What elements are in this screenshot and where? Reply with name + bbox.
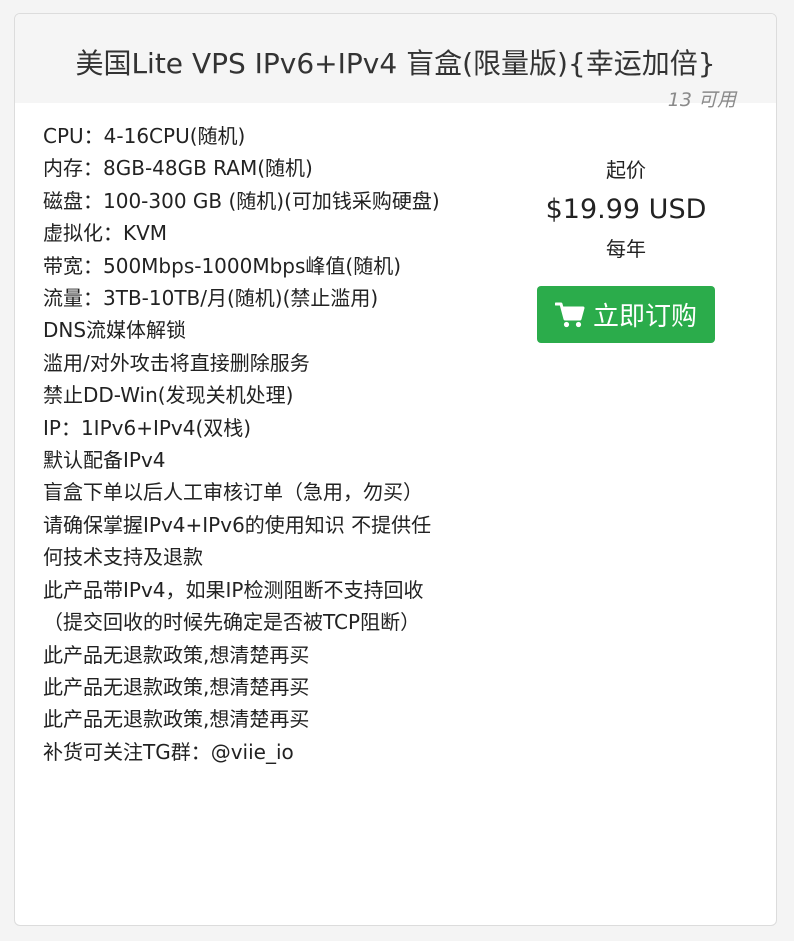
availability-label: 13 可用 — [667, 89, 736, 111]
feature-item: 滥用/对外攻击将直接删除服务 — [43, 350, 310, 375]
feature-item: 补货可关注TG群：@viie_io — [43, 739, 294, 764]
feature-item: 此产品带IPv4，如果IP检测阻断不支持回收（提交回收的时候先确定是否被TCP阻… — [43, 577, 424, 635]
price-from-label: 起价 — [606, 158, 646, 182]
feature-item: 此产品无退款政策,想清楚再买 — [43, 642, 310, 667]
feature-item: 禁止DD-Win(发现关机处理) — [43, 383, 294, 408]
feature-item: 此产品无退款政策,想清楚再买 — [43, 674, 310, 699]
feature-item: 内存：8GB-48GB RAM(随机) — [43, 156, 313, 181]
feature-item: DNS流媒体解锁 — [43, 318, 187, 343]
product-title: 美国Lite VPS IPv6+IPv4 盲盒(限量版){幸运加倍} — [75, 47, 716, 80]
product-card: 美国Lite VPS IPv6+IPv4 盲盒(限量版){幸运加倍} 13 可用… — [14, 13, 777, 926]
pricing-panel: 起价 $19.99 USD 每年 立即订购 — [505, 154, 747, 343]
feature-item: 磁盘：100-300 GB (随机)(可加钱采购硬盘) — [43, 188, 440, 213]
feature-item: 默认配备IPv4 — [43, 448, 166, 473]
price-amount: $19.99 USD — [545, 194, 707, 225]
feature-item: 流量：3TB-10TB/月(随机)(禁止滥用) — [43, 286, 379, 311]
feature-item: 盲盒下单以后人工审核订单（急用，勿买） — [43, 480, 423, 505]
feature-item: 虚拟化：KVM — [43, 221, 168, 246]
billing-cycle: 每年 — [606, 237, 646, 261]
order-now-label: 立即订购 — [592, 302, 697, 332]
shopping-cart-icon — [554, 302, 585, 327]
feature-item: 此产品无退款政策,想清楚再买 — [43, 707, 310, 732]
order-now-button[interactable]: 立即订购 — [537, 286, 715, 343]
feature-item: 请确保掌握IPv4+IPv6的使用知识 不提供任何技术支持及退款 — [43, 512, 432, 570]
feature-list: CPU：4-16CPU(随机) 内存：8GB-48GB RAM(随机) 磁盘：100… — [43, 120, 448, 768]
feature-item: 带宽：500Mbps-1000Mbps峰值(随机) — [43, 253, 402, 278]
feature-item: CPU：4-16CPU(随机) — [43, 124, 246, 148]
feature-item: IP：1IPv6+IPv4(双栈) — [43, 415, 252, 440]
product-header: 美国Lite VPS IPv6+IPv4 盲盒(限量版){幸运加倍} — [15, 14, 776, 103]
